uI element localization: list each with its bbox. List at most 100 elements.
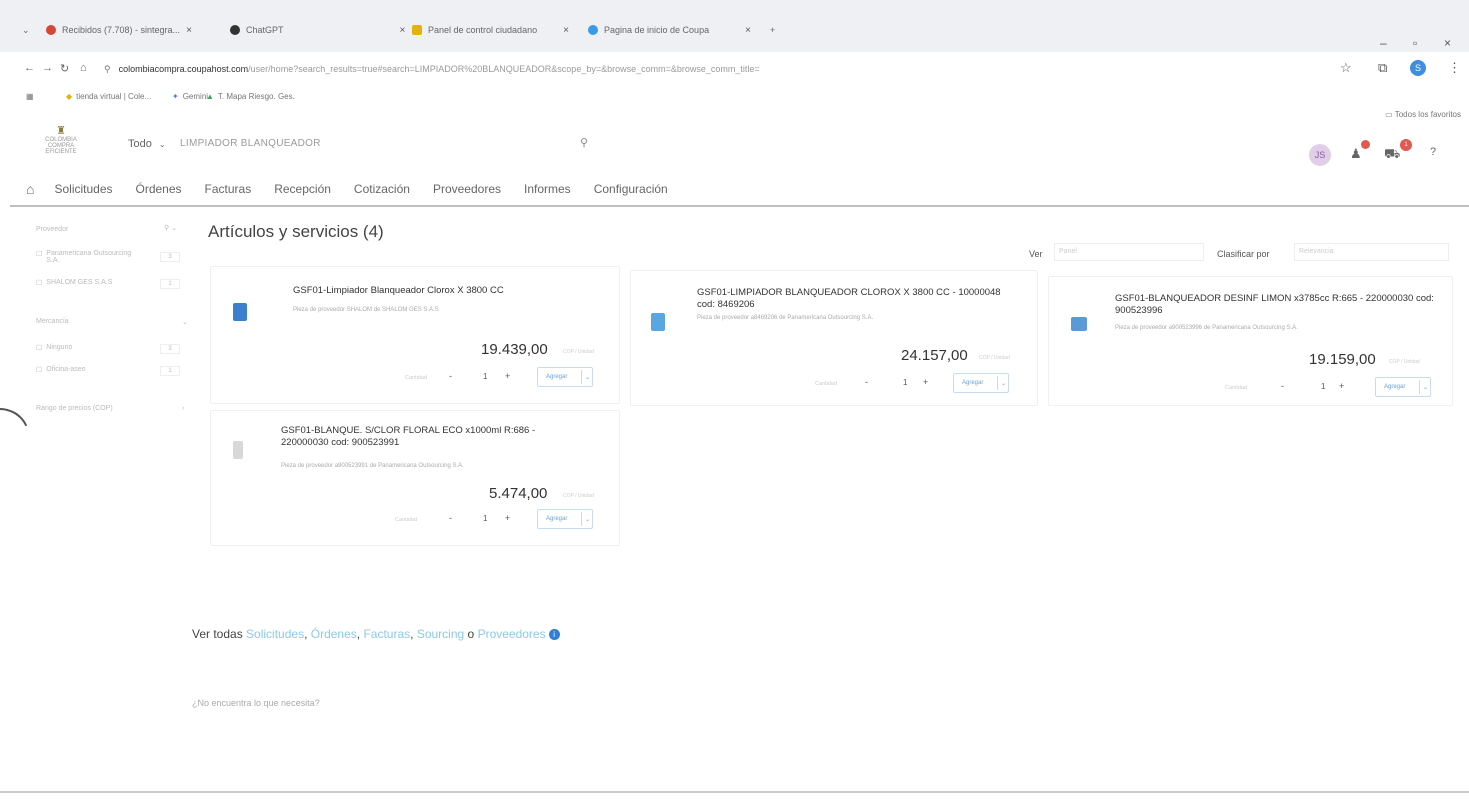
quantity-value[interactable]: 1: [483, 514, 487, 523]
nav-configuracion[interactable]: Configuración: [594, 182, 668, 196]
chevron-down-icon: ⌄: [158, 140, 166, 149]
decrement-button[interactable]: -: [1281, 381, 1284, 391]
forward-icon[interactable]: →: [42, 62, 53, 74]
browser-tab-chatgpt[interactable]: ChatGPT ×: [230, 18, 405, 42]
chevron-down-icon[interactable]: ⌄: [1001, 380, 1006, 387]
bookmark-item[interactable]: ✦ Gemini: [172, 92, 208, 101]
chevron-right-icon[interactable]: ›: [182, 405, 184, 412]
url-field[interactable]: ⚲ colombiacompra.coupahost.com /user/hom…: [104, 58, 1354, 80]
nav-proveedores[interactable]: Proveedores: [433, 182, 501, 196]
decrement-button[interactable]: -: [865, 377, 868, 387]
not-found-text[interactable]: ¿No encuentra lo que necesita?: [192, 698, 320, 708]
search-scope-dropdown[interactable]: Todo ⌄: [128, 138, 166, 150]
tab-list-icon[interactable]: ⌄: [22, 18, 30, 42]
help-icon[interactable]: ?: [1430, 146, 1436, 158]
home-browser-icon[interactable]: ⌂: [80, 62, 87, 74]
extensions-icon[interactable]: ⧉: [1378, 60, 1387, 76]
info-icon[interactable]: i: [548, 628, 560, 640]
product-title[interactable]: GSF01-Limpiador Blanqueador Clorox X 380…: [293, 285, 593, 297]
checkbox[interactable]: ☐: [36, 344, 42, 352]
quantity-value[interactable]: 1: [483, 372, 487, 381]
home-icon[interactable]: ⌂: [26, 181, 34, 197]
product-card[interactable]: GSF01-BLANQUE. S/CLOR FLORAL ECO x1000ml…: [210, 410, 620, 546]
increment-button[interactable]: +: [505, 371, 510, 381]
product-image[interactable]: [233, 303, 247, 321]
close-icon[interactable]: ×: [563, 25, 569, 36]
link-solicitudes[interactable]: Solicitudes: [246, 627, 304, 641]
link-facturas[interactable]: Facturas: [363, 627, 410, 641]
search-input[interactable]: [180, 132, 600, 154]
restore-icon[interactable]: ▫: [1413, 36, 1417, 50]
bookmark-item[interactable]: ▲ T. Mapa Riesgo. Ges.: [206, 92, 295, 101]
view-select[interactable]: Panel: [1054, 243, 1204, 261]
product-card[interactable]: GSF01-Limpiador Blanqueador Clorox X 380…: [210, 266, 620, 404]
browser-tab-panel[interactable]: Panel de control ciudadano ×: [412, 18, 569, 42]
close-window-icon[interactable]: ×: [1444, 36, 1451, 50]
site-info-icon[interactable]: ⚲: [104, 64, 111, 75]
menu-icon[interactable]: ⋮: [1448, 60, 1461, 76]
close-icon[interactable]: ×: [400, 25, 406, 36]
bookmark-item[interactable]: ◆ tienda virtual | Cole...: [66, 92, 151, 101]
nav-solicitudes[interactable]: Solicitudes: [54, 182, 112, 196]
product-card[interactable]: GSF01-BLANQUEADOR DESINF LIMON x3785cc R…: [1048, 276, 1453, 406]
nav-recepcion[interactable]: Recepción: [274, 182, 331, 196]
filter-price-label[interactable]: Rango de precios (COP): [36, 405, 113, 412]
drive-icon: ▲: [206, 92, 214, 101]
chevron-down-icon[interactable]: ⌄: [585, 374, 590, 381]
product-title[interactable]: GSF01-BLANQUEADOR DESINF LIMON x3785cc R…: [1115, 293, 1445, 317]
nav-informes[interactable]: Informes: [524, 182, 571, 196]
increment-button[interactable]: +: [505, 513, 510, 523]
browser-tab-coupa[interactable]: Pagina de inicio de Coupa ×: [588, 18, 751, 42]
checkbox[interactable]: ☐: [36, 279, 42, 287]
quantity-value[interactable]: 1: [903, 378, 907, 387]
reload-icon[interactable]: ↻: [60, 62, 69, 75]
decrement-button[interactable]: -: [449, 371, 452, 381]
link-proveedores[interactable]: Proveedores: [478, 627, 546, 641]
minimize-icon[interactable]: –: [1380, 36, 1387, 50]
chevron-down-icon[interactable]: ⌄: [182, 318, 188, 326]
link-ordenes[interactable]: Órdenes: [311, 627, 357, 641]
filter-option[interactable]: ☐ SHALOM GES S.A.S: [36, 279, 112, 287]
increment-button[interactable]: +: [1339, 381, 1344, 391]
filter-option[interactable]: ☐ Oficina-aseo: [36, 366, 86, 374]
filter-option[interactable]: ☐ Panamericana Outsourcing S.A.: [36, 250, 146, 264]
quantity-value[interactable]: 1: [1321, 382, 1325, 391]
app-logo[interactable]: ♜ COLOMBIA COMPRA EFICIENTE: [36, 124, 86, 155]
nav-ordenes[interactable]: Órdenes: [136, 182, 182, 196]
star-icon[interactable]: ☆: [1340, 60, 1352, 76]
add-to-cart-button[interactable]: Agregar ⌄: [537, 509, 593, 529]
product-image[interactable]: [233, 441, 243, 459]
add-to-cart-button[interactable]: Agregar ⌄: [1375, 377, 1431, 397]
product-image[interactable]: [651, 313, 665, 331]
product-card[interactable]: GSF01-LIMPIADOR BLANQUEADOR CLOROX X 380…: [630, 270, 1038, 406]
new-tab-button[interactable]: +: [770, 18, 775, 42]
link-sourcing[interactable]: Sourcing: [417, 627, 464, 641]
profile-avatar[interactable]: S: [1410, 60, 1426, 76]
nav-facturas[interactable]: Facturas: [205, 182, 252, 196]
filter-search-icon[interactable]: ⚲ ⌄: [164, 224, 177, 232]
back-icon[interactable]: ←: [24, 62, 35, 74]
sort-select[interactable]: Relevancia: [1294, 243, 1449, 261]
increment-button[interactable]: +: [923, 377, 928, 387]
chevron-down-icon[interactable]: ⌄: [585, 516, 590, 523]
chevron-down-icon[interactable]: ⌄: [1423, 384, 1428, 391]
checkbox[interactable]: ☐: [36, 366, 42, 374]
add-to-cart-button[interactable]: Agregar ⌄: [953, 373, 1009, 393]
product-title[interactable]: GSF01-BLANQUE. S/CLOR FLORAL ECO x1000ml…: [281, 425, 581, 449]
avatar[interactable]: JS: [1309, 144, 1331, 166]
notifications-icon[interactable]: ♟: [1350, 146, 1362, 162]
product-title[interactable]: GSF01-LIMPIADOR BLANQUEADOR CLOROX X 380…: [697, 287, 1017, 311]
browser-tab-gmail[interactable]: Recibidos (7.708) - sintegra... ×: [46, 18, 192, 42]
close-icon[interactable]: ×: [186, 25, 192, 36]
nav-cotizacion[interactable]: Cotización: [354, 182, 410, 196]
apps-icon[interactable]: ▦: [26, 92, 34, 101]
filter-option[interactable]: ☐ Ninguno: [36, 344, 72, 352]
other-favorites[interactable]: ▭ Todos los favoritos: [1385, 110, 1461, 119]
search-icon[interactable]: ⚲: [580, 136, 588, 149]
checkbox[interactable]: ☐: [36, 250, 42, 264]
add-to-cart-button[interactable]: Agregar ⌄: [537, 367, 593, 387]
close-icon[interactable]: ×: [745, 25, 751, 36]
decrement-button[interactable]: -: [449, 513, 452, 523]
cart-icon[interactable]: ⛟: [1384, 146, 1400, 164]
product-image[interactable]: [1071, 317, 1087, 331]
